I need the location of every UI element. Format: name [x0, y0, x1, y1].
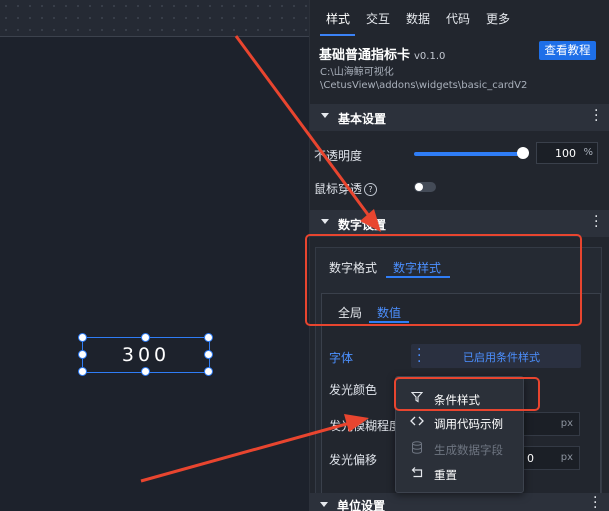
opacity-value: 100 — [555, 147, 576, 160]
glow-blur-unit: px — [560, 418, 573, 429]
annotation-highlight-number-style — [305, 234, 582, 326]
docs-button[interactable]: 查看教程 — [539, 41, 596, 60]
glow-offset-value: 0 — [527, 452, 534, 465]
glow-offset-label: 发光偏移 — [329, 453, 378, 467]
section-basic-title: 基本设置 — [338, 112, 387, 126]
component-version: v0.1.0 — [414, 51, 446, 62]
collapse-caret-icon — [321, 113, 329, 118]
tab-style[interactable]: 样式 — [326, 10, 350, 27]
canvas-area[interactable]: 300 — [0, 0, 309, 511]
panel-tabs: 样式 交互 数据 代码 更多 — [310, 0, 609, 36]
section-unit-title: 单位设置 — [337, 499, 386, 511]
resize-handle-bc[interactable] — [141, 367, 150, 376]
resize-handle-tr[interactable] — [204, 333, 213, 342]
resize-handle-bl[interactable] — [78, 367, 87, 376]
glow-color-label: 发光颜色 — [329, 383, 378, 397]
resize-handle-mr[interactable] — [204, 350, 213, 359]
opacity-unit: % — [583, 147, 593, 158]
component-title: 基础普通指标卡 v0.1.0 — [319, 44, 445, 63]
tab-code[interactable]: 代码 — [446, 10, 470, 27]
resize-handle-tc[interactable] — [141, 333, 150, 342]
font-label: 字体 — [329, 351, 354, 365]
opacity-slider-handle[interactable] — [517, 147, 529, 159]
mouse-through-text: 鼠标穿透 — [314, 182, 363, 196]
font-condition-field[interactable]: · · · 已启用条件样式 — [411, 343, 581, 369]
active-tab-indicator — [320, 34, 355, 36]
annotation-highlight-conditional-style — [394, 377, 540, 411]
menu-label: 调用代码示例 — [434, 417, 503, 431]
resize-handle-ml[interactable] — [78, 350, 87, 359]
menu-label: 生成数据字段 — [434, 443, 503, 457]
menu-item-generate-field: 生成数据字段 — [396, 437, 523, 461]
mouse-through-toggle[interactable] — [414, 182, 436, 192]
tab-data[interactable]: 数据 — [406, 10, 430, 27]
menu-label: 重置 — [434, 468, 457, 482]
resize-handle-br[interactable] — [204, 367, 213, 376]
more-vertical-icon[interactable]: · · · — [594, 104, 598, 128]
resize-handle-tl[interactable] — [78, 333, 87, 342]
more-vertical-icon[interactable]: · · · — [593, 493, 597, 511]
card-value: 300 — [121, 344, 171, 366]
opacity-slider[interactable] — [414, 152, 527, 156]
reset-icon — [410, 466, 424, 480]
mouse-through-label: 鼠标穿透? — [314, 180, 378, 197]
more-vertical-icon[interactable]: · · · — [417, 343, 421, 369]
section-basic-settings[interactable]: 基本设置 · · · — [310, 104, 609, 131]
font-condition-text: 已启用条件样式 — [463, 351, 540, 364]
tab-more[interactable]: 更多 — [486, 10, 510, 27]
section-unit-settings[interactable]: 单位设置 · · · — [309, 493, 609, 511]
more-vertical-icon[interactable]: · · · — [594, 210, 598, 234]
component-name: 基础普通指标卡 — [319, 48, 411, 63]
code-icon — [410, 415, 424, 429]
glow-offset-unit: px — [560, 452, 573, 463]
menu-item-reset[interactable]: 重置 — [396, 462, 523, 486]
section-number-settings[interactable]: 数字设置 · · · — [310, 210, 609, 237]
opacity-input[interactable]: 100 % — [536, 142, 598, 164]
collapse-caret-icon — [320, 502, 328, 507]
section-number-title: 数字设置 — [338, 218, 387, 232]
component-path: C:\山海鲸可视化 \CetusView\addons\widgets\basi… — [320, 66, 527, 92]
menu-item-code-example[interactable]: 调用代码示例 — [396, 411, 523, 435]
tab-interaction[interactable]: 交互 — [366, 10, 390, 27]
glow-blur-label: 发光模糊程度 — [329, 419, 402, 433]
path-line-1: C:\山海鲸可视化 — [320, 67, 394, 78]
ruler-divider — [0, 36, 309, 37]
path-line-2: \CetusView\addons\widgets\basic_cardV2 — [320, 80, 528, 91]
help-icon[interactable]: ? — [364, 183, 378, 196]
top-ruler — [0, 0, 309, 36]
collapse-caret-icon — [321, 219, 329, 224]
database-icon — [410, 441, 424, 455]
opacity-label: 不透明度 — [314, 149, 363, 163]
